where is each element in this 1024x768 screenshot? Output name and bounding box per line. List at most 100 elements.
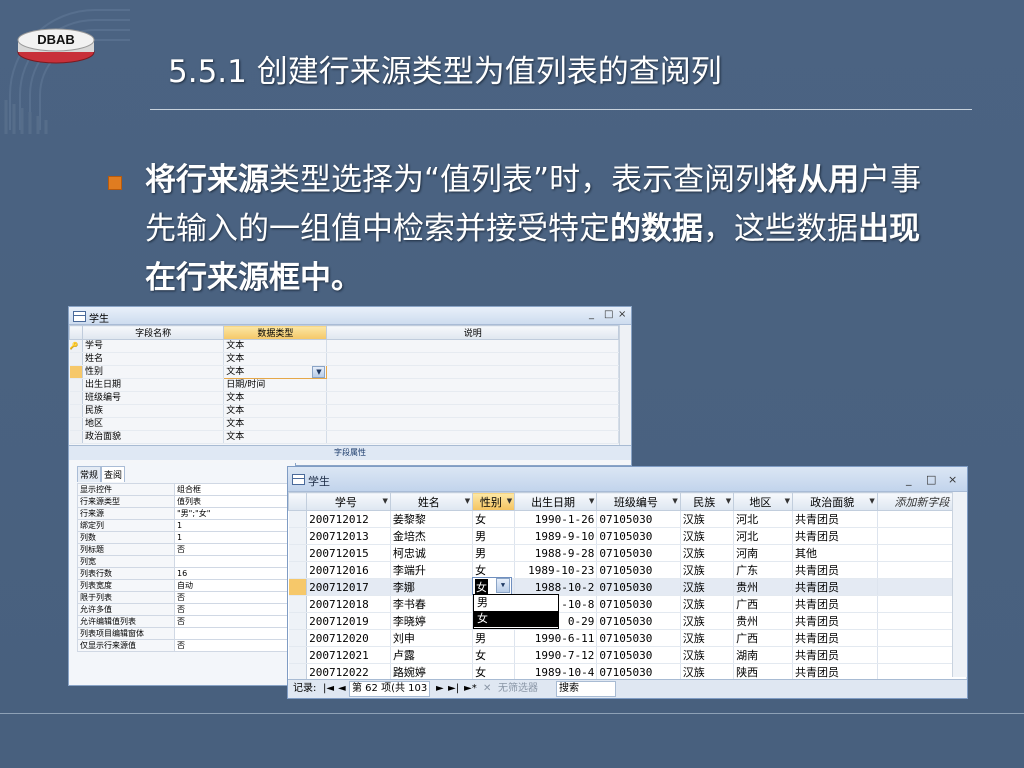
search-input[interactable]: 搜索 xyxy=(556,681,616,697)
property-value[interactable]: 16 xyxy=(174,567,293,580)
table-cell[interactable]: 1989-9-10 xyxy=(514,527,598,545)
table-cell[interactable]: 汉族 xyxy=(680,629,735,647)
table-cell[interactable]: 200712021 xyxy=(306,646,391,664)
property-row[interactable]: 列标题否 xyxy=(77,543,293,556)
property-value[interactable]: "男";"女" xyxy=(174,507,293,520)
chevron-down-icon[interactable]: ▼ xyxy=(726,497,731,505)
table-cell[interactable]: 河北 xyxy=(733,527,794,545)
table-row[interactable]: 200712018 李书春 -10-8 07105030 汉族 广西 共青团员 xyxy=(288,595,967,613)
row-selector[interactable] xyxy=(69,365,84,379)
property-value[interactable]: 否 xyxy=(174,639,293,652)
table-cell[interactable]: 共青团员 xyxy=(792,527,878,545)
table-cell[interactable]: 刘申 xyxy=(390,629,474,647)
table-cell[interactable]: 男 xyxy=(472,544,516,562)
table-cell[interactable]: 1988-9-28 xyxy=(514,544,598,562)
table-cell[interactable]: 07105030 xyxy=(596,561,681,579)
property-row[interactable]: 行来源类型 值列表 xyxy=(77,495,293,508)
table-cell[interactable]: 男 xyxy=(472,629,516,647)
property-row[interactable]: 列表行数 16 xyxy=(77,567,293,580)
column-header-data-type[interactable]: 数据类型 xyxy=(223,325,328,340)
table-cell[interactable]: 李晓婷 xyxy=(390,612,474,630)
record-position-field[interactable]: 第 62 项(共 103 xyxy=(349,681,431,697)
table-cell[interactable]: 汉族 xyxy=(680,544,735,562)
new-record-button[interactable]: ►* xyxy=(464,680,477,698)
chevron-down-icon[interactable]: ▼ xyxy=(785,497,790,505)
table-row[interactable]: 200712012 姜黎黎女 1990-1-26 07105030 汉族 河北 共青团员 xyxy=(288,510,967,528)
last-record-button[interactable]: ►| xyxy=(448,680,459,698)
property-row[interactable]: 行来源 "男";"女" xyxy=(77,507,293,520)
chevron-down-icon[interactable]: ▼ xyxy=(383,497,388,505)
table-cell[interactable]: 汉族 xyxy=(680,578,735,596)
table-cell[interactable]: 共青团员 xyxy=(792,663,878,681)
data-type-cell[interactable]: 文本 xyxy=(223,352,328,366)
table-cell[interactable]: 女 xyxy=(472,561,516,579)
table-cell[interactable]: 汉族 xyxy=(680,663,735,681)
table-cell[interactable]: 姜黎黎 xyxy=(390,510,474,528)
table-cell[interactable]: 广西 xyxy=(733,629,794,647)
next-record-button[interactable]: ► xyxy=(436,680,444,698)
table-row[interactable]: 200712016 李端升女 1989-10-23 07105030 汉族 广东 共青团员 xyxy=(288,561,967,579)
primary-key-icon[interactable]: 🔑 xyxy=(69,339,84,353)
chevron-down-icon[interactable]: ▼ xyxy=(672,497,677,505)
field-row[interactable]: 🔑 学号 文本 xyxy=(69,339,619,353)
column-header[interactable]: 出生日期 ▼ xyxy=(514,492,598,511)
close-icon[interactable]: × xyxy=(618,309,626,320)
maximize-icon[interactable]: □ xyxy=(604,309,613,320)
table-cell[interactable]: 共青团员 xyxy=(792,561,878,579)
description-cell[interactable] xyxy=(326,378,619,392)
table-cell[interactable]: 07105030 xyxy=(596,663,681,681)
property-row[interactable]: 列表宽度 自动 xyxy=(77,579,293,592)
description-cell[interactable] xyxy=(326,365,619,379)
table-cell[interactable]: 汉族 xyxy=(680,595,735,613)
field-name-cell[interactable]: 班级编号 xyxy=(82,391,225,405)
table-cell[interactable]: 女 xyxy=(472,510,516,528)
record-selector[interactable] xyxy=(288,663,308,681)
table-cell[interactable]: 李书春 xyxy=(390,595,474,613)
table-cell[interactable]: 07105030 xyxy=(596,544,681,562)
record-selector[interactable] xyxy=(288,595,308,613)
table-cell[interactable]: 河南 xyxy=(733,544,794,562)
chevron-down-icon[interactable]: ▼ xyxy=(465,497,470,505)
table-cell[interactable]: 200712022 xyxy=(306,663,391,681)
field-row[interactable]: 地区 文本 xyxy=(69,417,619,431)
table-cell[interactable]: 07105030 xyxy=(596,629,681,647)
table-cell[interactable]: 07105030 xyxy=(596,595,681,613)
column-header[interactable]: 政治面貌 ▼ xyxy=(792,492,878,511)
record-selector[interactable] xyxy=(288,510,308,528)
maximize-icon[interactable]: □ xyxy=(926,473,936,486)
table-cell[interactable]: 汉族 xyxy=(680,510,735,528)
record-selector[interactable] xyxy=(288,578,308,596)
table-cell[interactable]: 河北 xyxy=(733,510,794,528)
table-cell[interactable]: 07105030 xyxy=(596,646,681,664)
data-type-cell[interactable]: 文本 xyxy=(223,339,328,353)
table-row[interactable]: 200712019 李晓婷 0-29 07105030 汉族 贵州 共青团员 xyxy=(288,612,967,630)
gender-combo-cell[interactable]: 女 ▼ xyxy=(472,577,512,595)
chevron-down-icon[interactable]: ▼ xyxy=(507,497,512,505)
row-selector[interactable] xyxy=(69,417,84,431)
tab-lookup[interactable]: 查阅 xyxy=(101,466,126,482)
property-row[interactable]: 限于列表否 xyxy=(77,591,293,604)
row-selector[interactable] xyxy=(69,404,84,418)
field-row[interactable]: 姓名 文本 xyxy=(69,352,619,366)
table-row[interactable]: 200712015 柯忠诚男 1988-9-28 07105030 汉族 河南 其他 xyxy=(288,544,967,562)
datasheet-titlebar[interactable]: 学生 _ □ × xyxy=(288,467,967,492)
property-value[interactable]: 否 xyxy=(174,615,293,628)
description-cell[interactable] xyxy=(326,391,619,405)
field-name-cell[interactable]: 民族 xyxy=(82,404,225,418)
property-value[interactable]: 否 xyxy=(174,591,293,604)
table-cell[interactable]: 男 xyxy=(472,527,516,545)
table-cell[interactable]: 07105030 xyxy=(596,510,681,528)
table-row[interactable]: 200712020 刘申男 1990-6-11 07105030 汉族 广西 共青团员 xyxy=(288,629,967,647)
field-row[interactable]: 班级编号 文本 xyxy=(69,391,619,405)
field-row[interactable]: 性别 文本 ▼ xyxy=(69,365,619,379)
table-cell[interactable]: 汉族 xyxy=(680,561,735,579)
prev-record-button[interactable]: ◄ xyxy=(338,680,346,698)
field-name-cell[interactable]: 姓名 xyxy=(82,352,225,366)
table-cell[interactable]: 1990-7-12 xyxy=(514,646,598,664)
field-name-cell[interactable]: 性别 xyxy=(82,365,225,379)
no-filter-button[interactable]: 无筛选器 xyxy=(498,680,538,698)
data-type-cell[interactable]: 文本 xyxy=(223,404,328,418)
table-cell[interactable]: 汉族 xyxy=(680,646,735,664)
property-row[interactable]: 列宽 xyxy=(77,555,293,568)
dropdown-option-male[interactable]: 男 xyxy=(474,595,558,611)
